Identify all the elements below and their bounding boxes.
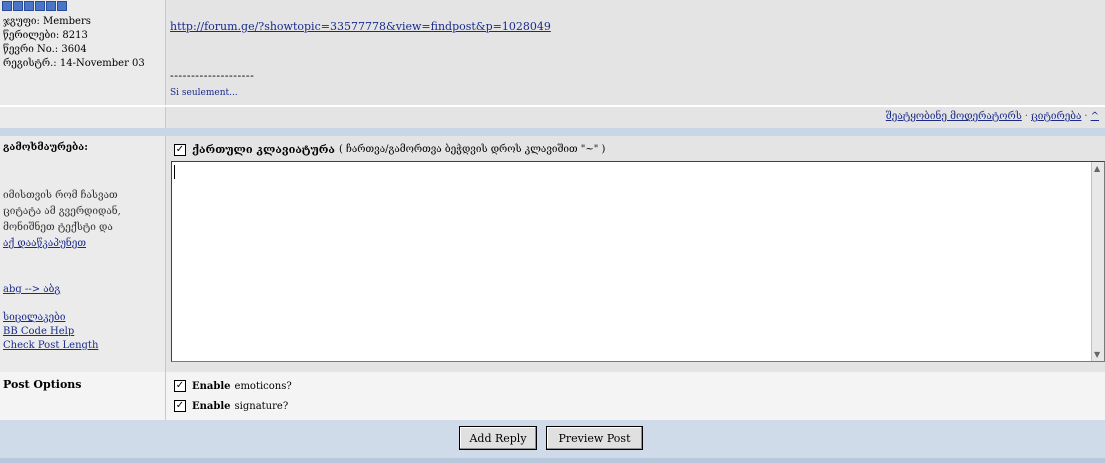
enable-emoticons-checkbox[interactable]: ✓ [174,380,186,392]
reply-label: გამოხმაურება: [3,142,88,153]
reply-editor: ✓ ქართული კლავიატურა ( ჩართვა/გამორთვა ბ… [166,136,1105,372]
author-posts: წერილები: 8213 [3,30,88,41]
rank-pip-icon [57,1,67,11]
post-author-panel: ჯგუფი: Members წერილები: 8213 წევრი No.:… [0,0,166,105]
quote-help-text: იმისთვის რომ ჩასვათ ციტატა ამ გვერდიდან,… [3,190,121,233]
post-body: http://forum.ge/?showtopic=33577778&view… [166,0,1105,105]
scroll-down-icon[interactable]: ▼ [1094,350,1100,359]
author-member-no: წევრი No.: 3604 [3,44,87,55]
post-footer-links: შეატყობინე მოდერატორს · ციტირება · ^ [886,111,1099,122]
text-caret [174,165,175,179]
enable-signature-bold: Enable [192,400,231,412]
georgian-keyboard-row: ✓ ქართული კლავიატურა ( ჩართვა/გამორთვა ბ… [174,143,605,156]
enable-signature-option: ✓ Enable signature? [174,400,288,412]
bbcode-help-link[interactable]: BB Code Help [3,326,74,337]
signature-separator: -------------------- [170,69,255,82]
rank-stars [2,1,67,11]
rank-pip-icon [13,1,23,11]
rank-pip-icon [2,1,12,11]
back-to-top-link[interactable]: ^ [1091,111,1099,122]
report-moderator-link[interactable]: შეატყობინე მოდერატორს [886,111,1022,122]
author-joined: რეგისტრ.: 14-November 03 [3,58,145,69]
enable-signature-checkbox[interactable]: ✓ [174,400,186,412]
author-group: ჯგუფი: Members [3,16,91,27]
smilies-link[interactable]: სიცილაკები [3,312,65,323]
enable-signature-label: signature? [234,400,289,412]
rank-pip-icon [46,1,56,11]
georgian-keyboard-label: ქართული კლავიატურა [192,143,335,156]
enable-emoticons-label: emoticons? [234,380,292,392]
author-info: ჯგუფი: Members წერილები: 8213 წევრი No.:… [3,15,145,71]
reply-sidebar: გამოხმაურება: იმისთვის რომ ჩასვათ ციტატა… [0,136,166,372]
signature-text: Si seulement... [170,88,238,98]
enable-emoticons-bold: Enable [192,380,231,392]
check-length-link[interactable]: Check Post Length [3,340,98,351]
add-reply-button[interactable]: Add Reply [459,426,537,450]
section-divider [0,128,1105,136]
preview-post-button[interactable]: Preview Post [546,426,643,450]
separator-dot: · [1084,111,1088,122]
quote-link[interactable]: ციტირება [1031,111,1081,122]
separator-dot: · [1024,111,1029,122]
post-options-label: Post Options [3,378,82,391]
quote-here-link[interactable]: აქ დააწკაპუნეთ [3,238,86,249]
post-options-sidebar: Post Options [0,372,166,420]
message-textarea[interactable]: ▲ ▼ [171,161,1105,362]
bottom-strip [0,458,1105,463]
post-footer: შეატყობინე მოდერატორს · ციტირება · ^ [166,107,1105,128]
post-link[interactable]: http://forum.ge/?showtopic=33577778&view… [170,20,551,33]
post-options: ✓ Enable emoticons? ✓ Enable signature? [166,372,1105,420]
textarea-scrollbar[interactable]: ▲ ▼ [1091,162,1104,361]
rank-pip-icon [24,1,34,11]
rank-pip-icon [35,1,45,11]
post-footer-left [0,107,166,128]
enable-emoticons-option: ✓ Enable emoticons? [174,380,292,392]
scroll-up-icon[interactable]: ▲ [1094,164,1100,173]
submit-row: Add Reply Preview Post [0,420,1105,458]
translit-link[interactable]: abg --> აბგ [3,284,60,295]
quote-help: იმისთვის რომ ჩასვათ ციტატა ამ გვერდიდან,… [3,188,153,252]
keyboard-toggle-note: ( ჩართვა/გამორთვა ბეჭდვის დროს კლავიშით … [338,144,606,155]
georgian-keyboard-checkbox[interactable]: ✓ [174,143,186,156]
